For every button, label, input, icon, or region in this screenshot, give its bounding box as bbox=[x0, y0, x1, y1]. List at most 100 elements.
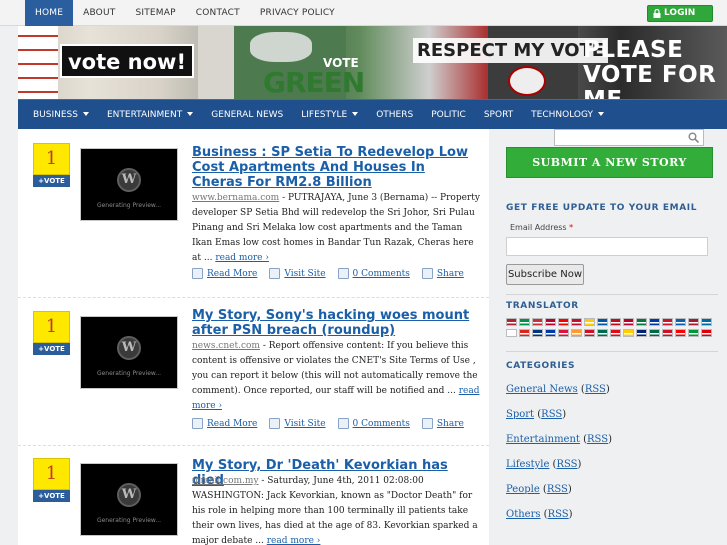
language-flag-icon[interactable] bbox=[584, 329, 595, 337]
post-source[interactable]: mmail.com.my bbox=[192, 476, 259, 486]
language-flag-icon[interactable] bbox=[701, 318, 712, 326]
search-icon[interactable] bbox=[688, 132, 699, 143]
read-more-link[interactable]: read more › bbox=[267, 536, 321, 545]
category-link[interactable]: Lifestyle bbox=[506, 459, 549, 470]
submit-story-button[interactable]: SUBMIT A NEW STORY bbox=[506, 147, 713, 178]
vote-button[interactable]: +VOTE bbox=[33, 490, 70, 502]
language-flag-icon[interactable] bbox=[675, 329, 686, 337]
language-flag-icon[interactable] bbox=[688, 318, 699, 326]
category-link[interactable]: Others bbox=[506, 509, 541, 520]
language-flag-icon[interactable] bbox=[558, 329, 569, 337]
nav-item-sport[interactable]: SPORT bbox=[475, 100, 522, 130]
language-flag-icon[interactable] bbox=[636, 318, 647, 326]
visit-site-button[interactable]: Visit Site bbox=[269, 418, 326, 429]
language-flag-icon[interactable] bbox=[584, 318, 595, 326]
post-thumbnail[interactable]: W Generating Preview... bbox=[80, 463, 178, 536]
category-rss-link[interactable]: RSS bbox=[587, 434, 608, 445]
vote-button[interactable]: +VOTE bbox=[33, 343, 70, 355]
header-banner: vote now! GREEN VOTE RESPECT MY VOTE PLE… bbox=[18, 26, 727, 99]
banner-respect-text: RESPECT MY VOTE bbox=[413, 38, 609, 63]
language-flag-icon[interactable] bbox=[545, 329, 556, 337]
language-flag-icon[interactable] bbox=[532, 329, 543, 337]
language-flag-icon[interactable] bbox=[649, 329, 660, 337]
language-flag-icon[interactable] bbox=[545, 318, 556, 326]
share-button[interactable]: Share bbox=[421, 418, 464, 429]
language-flag-icon[interactable] bbox=[675, 318, 686, 326]
visit-site-button[interactable]: Visit Site bbox=[269, 268, 326, 279]
read-more-button[interactable]: Read More bbox=[192, 268, 257, 279]
nav-item-label: ENTERTAINMENT bbox=[106, 110, 183, 120]
share-button[interactable]: Share bbox=[421, 268, 464, 279]
comment-icon bbox=[337, 268, 349, 279]
category-link[interactable]: People bbox=[506, 484, 540, 495]
category-rss-link[interactable]: RSS bbox=[548, 509, 569, 520]
language-flag-icon[interactable] bbox=[571, 329, 582, 337]
caret-down-icon bbox=[82, 112, 89, 116]
required-marker: * bbox=[569, 223, 574, 232]
vote-button[interactable]: +VOTE bbox=[33, 175, 70, 187]
subscribe-button[interactable]: Subscribe Now bbox=[506, 264, 584, 285]
read-more-button[interactable]: Read More bbox=[192, 418, 257, 429]
post-thumbnail[interactable]: W Generating Preview... bbox=[80, 316, 178, 389]
language-flag-icon[interactable] bbox=[701, 329, 712, 337]
categories-list: General News (RSS) Sport (RSS) Entertainme… bbox=[506, 377, 612, 527]
wordpress-logo-icon: W bbox=[117, 483, 141, 507]
language-flag-icon[interactable] bbox=[506, 318, 517, 326]
topnav-item-contact[interactable]: CONTACT bbox=[186, 0, 250, 26]
post-title[interactable]: Business : SP Setia To Redevelop Low Cos… bbox=[192, 145, 477, 190]
nav-item-lifestyle[interactable]: LIFESTYLE bbox=[292, 100, 367, 130]
post-source[interactable]: news.cnet.com bbox=[192, 341, 260, 351]
post-thumbnail[interactable]: W Generating Preview... bbox=[80, 148, 178, 221]
category-link[interactable]: General News bbox=[506, 384, 578, 395]
language-flag-icon[interactable] bbox=[519, 329, 530, 337]
language-flag-icon[interactable] bbox=[558, 318, 569, 326]
email-field[interactable] bbox=[506, 237, 708, 256]
nav-item-business[interactable]: BUSINESS bbox=[24, 100, 98, 130]
topnav-item-home[interactable]: HOME bbox=[25, 0, 74, 26]
post-title[interactable]: My Story, Sony's hacking woes mount afte… bbox=[192, 308, 477, 338]
language-flag-icon[interactable] bbox=[688, 329, 699, 337]
language-flag-icon[interactable] bbox=[623, 318, 634, 326]
post-excerpt: mmail.com.my - Saturday, June 4th, 2011 … bbox=[192, 474, 482, 545]
language-flag-icon[interactable] bbox=[597, 329, 608, 337]
language-flag-icon[interactable] bbox=[571, 318, 582, 326]
category-rss-link[interactable]: RSS bbox=[556, 459, 577, 470]
category-rss-link[interactable]: RSS bbox=[585, 384, 606, 395]
language-flag-icon[interactable] bbox=[506, 329, 517, 337]
nav-item-label: LIFESTYLE bbox=[301, 110, 348, 120]
topnav-item-sitemap[interactable]: SITEMAP bbox=[125, 0, 185, 26]
language-flag-icon[interactable] bbox=[649, 318, 660, 326]
comments-button[interactable]: 0 Comments bbox=[337, 418, 410, 429]
nav-item-label: SPORT bbox=[483, 110, 514, 120]
nav-item-general-news[interactable]: GENERAL NEWS bbox=[202, 100, 292, 130]
email-label-text: Email Address bbox=[510, 223, 567, 232]
language-flag-icon[interactable] bbox=[532, 318, 543, 326]
language-flag-icon[interactable] bbox=[662, 318, 673, 326]
login-button[interactable]: LOGIN bbox=[647, 5, 713, 22]
language-flag-icon[interactable] bbox=[623, 329, 634, 337]
language-flag-icon[interactable] bbox=[610, 329, 621, 337]
categories-heading: CATEGORIES bbox=[506, 361, 576, 371]
language-flag-icon[interactable] bbox=[662, 329, 673, 337]
read-more-link[interactable]: read more › bbox=[215, 253, 269, 263]
category-rss-link[interactable]: RSS bbox=[541, 409, 562, 420]
comments-button[interactable]: 0 Comments bbox=[337, 268, 410, 279]
language-flag-icon[interactable] bbox=[610, 318, 621, 326]
search-input[interactable] bbox=[554, 129, 704, 146]
sidebar: SUBMIT A NEW STORY GET FREE UPDATE TO YO… bbox=[496, 129, 727, 545]
category-link[interactable]: Entertainment bbox=[506, 434, 580, 445]
nav-item-technology[interactable]: TECHNOLOGY bbox=[522, 100, 613, 130]
vote-box: 1 +VOTE bbox=[33, 311, 70, 355]
post-source[interactable]: www.bernama.com bbox=[192, 193, 279, 203]
nav-item-politic[interactable]: POLITIC bbox=[422, 100, 475, 130]
language-flag-icon[interactable] bbox=[519, 318, 530, 326]
language-flag-icon[interactable] bbox=[597, 318, 608, 326]
language-flag-icon[interactable] bbox=[636, 329, 647, 337]
topnav-item-privacy-policy[interactable]: PRIVACY POLICY bbox=[250, 0, 345, 26]
main-nav: BUSINESS ENTERTAINMENT GENERAL NEWS LIFESTY… bbox=[18, 99, 727, 129]
category-link[interactable]: Sport bbox=[506, 409, 534, 420]
topnav-item-about[interactable]: ABOUT bbox=[73, 0, 125, 26]
nav-item-entertainment[interactable]: ENTERTAINMENT bbox=[98, 100, 202, 130]
category-rss-link[interactable]: RSS bbox=[547, 484, 568, 495]
nav-item-others[interactable]: OTHERS bbox=[367, 100, 422, 130]
